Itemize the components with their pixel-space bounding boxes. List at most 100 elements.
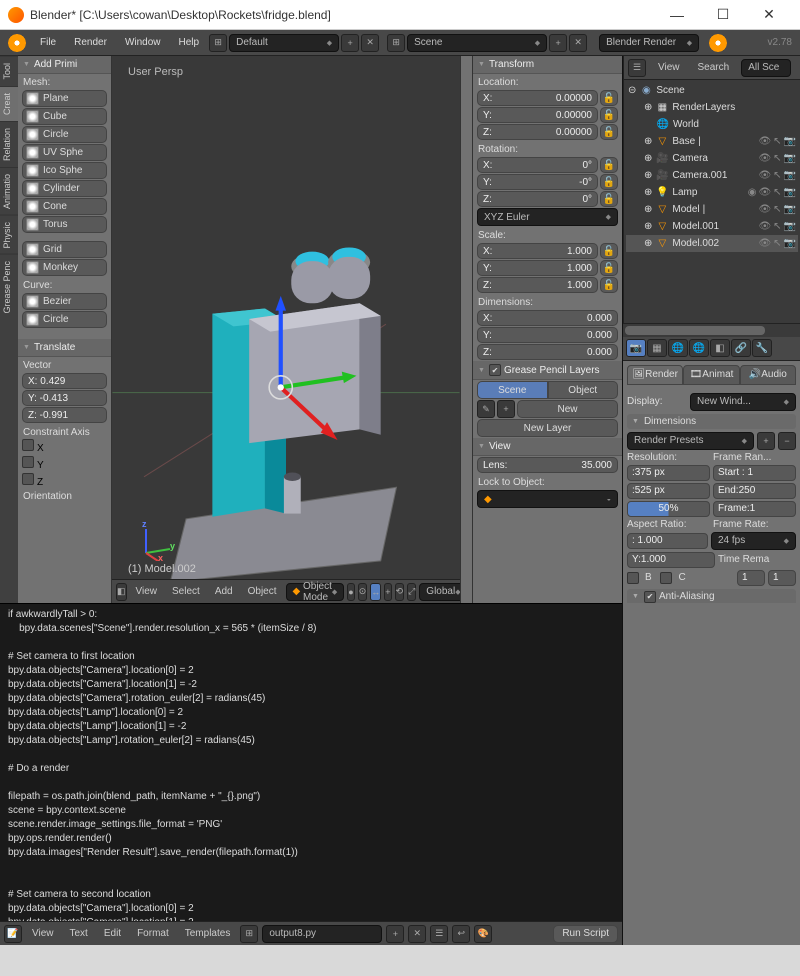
- rot-y-lock-icon[interactable]: 🔓: [600, 174, 618, 190]
- camera-icon[interactable]: 📷: [784, 153, 796, 164]
- tree-camera001[interactable]: ⊕🎥Camera.001👁↖📷: [626, 167, 798, 184]
- layout-add-button[interactable]: +: [341, 34, 359, 52]
- menu-window[interactable]: Window: [117, 34, 169, 51]
- tree-world[interactable]: 🌐World: [626, 116, 798, 133]
- eye-icon[interactable]: 👁: [758, 204, 771, 215]
- eye-icon[interactable]: 👁: [758, 238, 771, 249]
- camera-icon[interactable]: 📷: [784, 170, 796, 181]
- rot-x-field[interactable]: X:0°: [477, 157, 598, 173]
- outliner-view-menu[interactable]: View: [652, 62, 686, 73]
- eye-icon[interactable]: 👁: [758, 153, 771, 164]
- gp-scene-button[interactable]: Scene: [477, 381, 548, 399]
- loc-y-lock-icon[interactable]: 🔓: [600, 107, 618, 123]
- fps-dropdown[interactable]: 24 fps◆: [711, 532, 796, 550]
- loc-z-lock-icon[interactable]: 🔓: [600, 124, 618, 140]
- syntax-icon[interactable]: 🎨: [474, 925, 492, 943]
- panel-translate[interactable]: ▼Translate: [18, 339, 111, 357]
- old-frame-field[interactable]: 1: [737, 570, 765, 586]
- prop-modifier-icon[interactable]: 🔧: [752, 339, 772, 357]
- tree-model002[interactable]: ⊕▽Model.002👁↖📷: [626, 235, 798, 252]
- tab-animation[interactable]: Animatio: [0, 167, 18, 215]
- text-templates-menu[interactable]: Templates: [179, 928, 237, 939]
- outliner-search-menu[interactable]: Search: [692, 62, 736, 73]
- prop-constraint-icon[interactable]: 🔗: [731, 339, 751, 357]
- cursor-icon[interactable]: ↖: [773, 153, 781, 164]
- text-format-menu[interactable]: Format: [131, 928, 175, 939]
- layout-browse-icon[interactable]: ⊞: [209, 34, 227, 52]
- scene-add-button[interactable]: +: [549, 34, 567, 52]
- rot-z-field[interactable]: Z:0°: [477, 191, 598, 207]
- blender-icon[interactable]: [8, 34, 26, 52]
- add-torus-button[interactable]: Torus: [22, 216, 107, 233]
- panel-greasepencil[interactable]: ▼Grease Pencil Layers: [473, 361, 622, 380]
- translate-y-field[interactable]: Y: -0.413: [22, 390, 107, 406]
- orientation-dropdown[interactable]: Global◆: [419, 583, 460, 601]
- manip-scale-icon[interactable]: ⤢: [407, 583, 416, 601]
- minimize-button[interactable]: —: [654, 0, 700, 30]
- camera-icon[interactable]: 📷: [784, 136, 796, 147]
- cursor-icon[interactable]: ↖: [773, 170, 781, 181]
- tree-camera[interactable]: ⊕🎥Camera👁↖📷: [626, 150, 798, 167]
- constraint-y-checkbox[interactable]: [22, 456, 34, 468]
- add-circle-button[interactable]: Circle: [22, 126, 107, 143]
- dim-z-field[interactable]: Z:0.000: [477, 344, 618, 360]
- rot-x-lock-icon[interactable]: 🔓: [600, 157, 618, 173]
- scene-dropdown[interactable]: Scene◆: [407, 34, 547, 52]
- tree-scene[interactable]: ⊝◉Scene: [626, 82, 798, 99]
- prop-renderlayers-icon[interactable]: ▦: [647, 339, 667, 357]
- manip-rotate-icon[interactable]: ⟲: [395, 583, 405, 601]
- text-unlink-icon[interactable]: ✕: [408, 925, 426, 943]
- scale-x-field[interactable]: X:1.000: [477, 243, 598, 259]
- cursor-icon[interactable]: ↖: [773, 204, 781, 215]
- text-editor-type-icon[interactable]: 📝: [4, 925, 22, 943]
- tab-audio[interactable]: 🔊Audio: [740, 365, 796, 385]
- cursor-icon[interactable]: ↖: [773, 136, 781, 147]
- tab-create[interactable]: Creat: [0, 86, 18, 121]
- eye-icon[interactable]: 👁: [758, 221, 771, 232]
- scale-z-lock-icon[interactable]: 🔓: [600, 277, 618, 293]
- tree-renderlayers[interactable]: ⊕▦RenderLayers: [626, 99, 798, 116]
- eye-icon[interactable]: 👁: [758, 136, 771, 147]
- text-edit-menu[interactable]: Edit: [98, 928, 127, 939]
- scale-y-lock-icon[interactable]: 🔓: [600, 260, 618, 276]
- add-bezier-button[interactable]: Bezier: [22, 293, 107, 310]
- prop-render-icon[interactable]: 📷: [626, 339, 646, 357]
- add-cone-button[interactable]: Cone: [22, 198, 107, 215]
- frame-end-field[interactable]: End:250: [713, 483, 796, 499]
- rotation-mode-dropdown[interactable]: XYZ Euler◆: [477, 208, 618, 226]
- script-file-dropdown[interactable]: output8.py: [262, 925, 382, 943]
- res-y-field[interactable]: :525 px: [627, 483, 710, 499]
- dim-x-field[interactable]: X:0.000: [477, 310, 618, 326]
- add-curvecircle-button[interactable]: Circle: [22, 311, 107, 328]
- run-script-button[interactable]: Run Script: [553, 925, 618, 943]
- add-plane-button[interactable]: Plane: [22, 90, 107, 107]
- add-grid-button[interactable]: Grid: [22, 241, 107, 258]
- frame-start-field[interactable]: Start : 1: [713, 465, 796, 481]
- menu-file[interactable]: File: [32, 34, 64, 51]
- loc-x-lock-icon[interactable]: 🔓: [600, 90, 618, 106]
- pivot-icon[interactable]: ⊙: [358, 583, 368, 601]
- preset-add-icon[interactable]: +: [757, 432, 775, 450]
- frame-step-field[interactable]: Frame:1: [713, 501, 796, 517]
- camera-icon[interactable]: 📷: [784, 238, 796, 249]
- tree-base[interactable]: ⊕▽Base | 👁↖📷: [626, 133, 798, 150]
- display-dropdown[interactable]: New Wind...◆: [690, 393, 796, 411]
- tab-physics[interactable]: Physic: [0, 215, 18, 255]
- crop-checkbox[interactable]: [660, 572, 672, 584]
- aspect-y-field[interactable]: Y:1.000: [627, 552, 715, 568]
- camera-icon[interactable]: 📷: [784, 204, 796, 215]
- lock-object-dropdown[interactable]: ◆◒: [477, 490, 618, 508]
- render-presets-dropdown[interactable]: Render Presets◆: [627, 432, 754, 450]
- scene-delete-button[interactable]: ✕: [569, 34, 587, 52]
- loc-z-field[interactable]: Z:0.00000: [477, 124, 598, 140]
- close-button[interactable]: ✕: [746, 0, 792, 30]
- tab-greasepencil[interactable]: Grease Penc: [0, 254, 18, 320]
- manip-translate-icon[interactable]: +: [384, 583, 391, 601]
- scale-y-field[interactable]: Y:1.000: [477, 260, 598, 276]
- translate-z-field[interactable]: Z: -0.991: [22, 407, 107, 423]
- section-dimensions[interactable]: ▼Dimensions: [627, 414, 796, 429]
- 3d-viewport[interactable]: User Persp: [112, 56, 460, 603]
- gp-add-icon[interactable]: +: [497, 400, 515, 418]
- tab-tools[interactable]: Tool: [0, 56, 18, 86]
- constraint-x-checkbox[interactable]: [22, 439, 34, 451]
